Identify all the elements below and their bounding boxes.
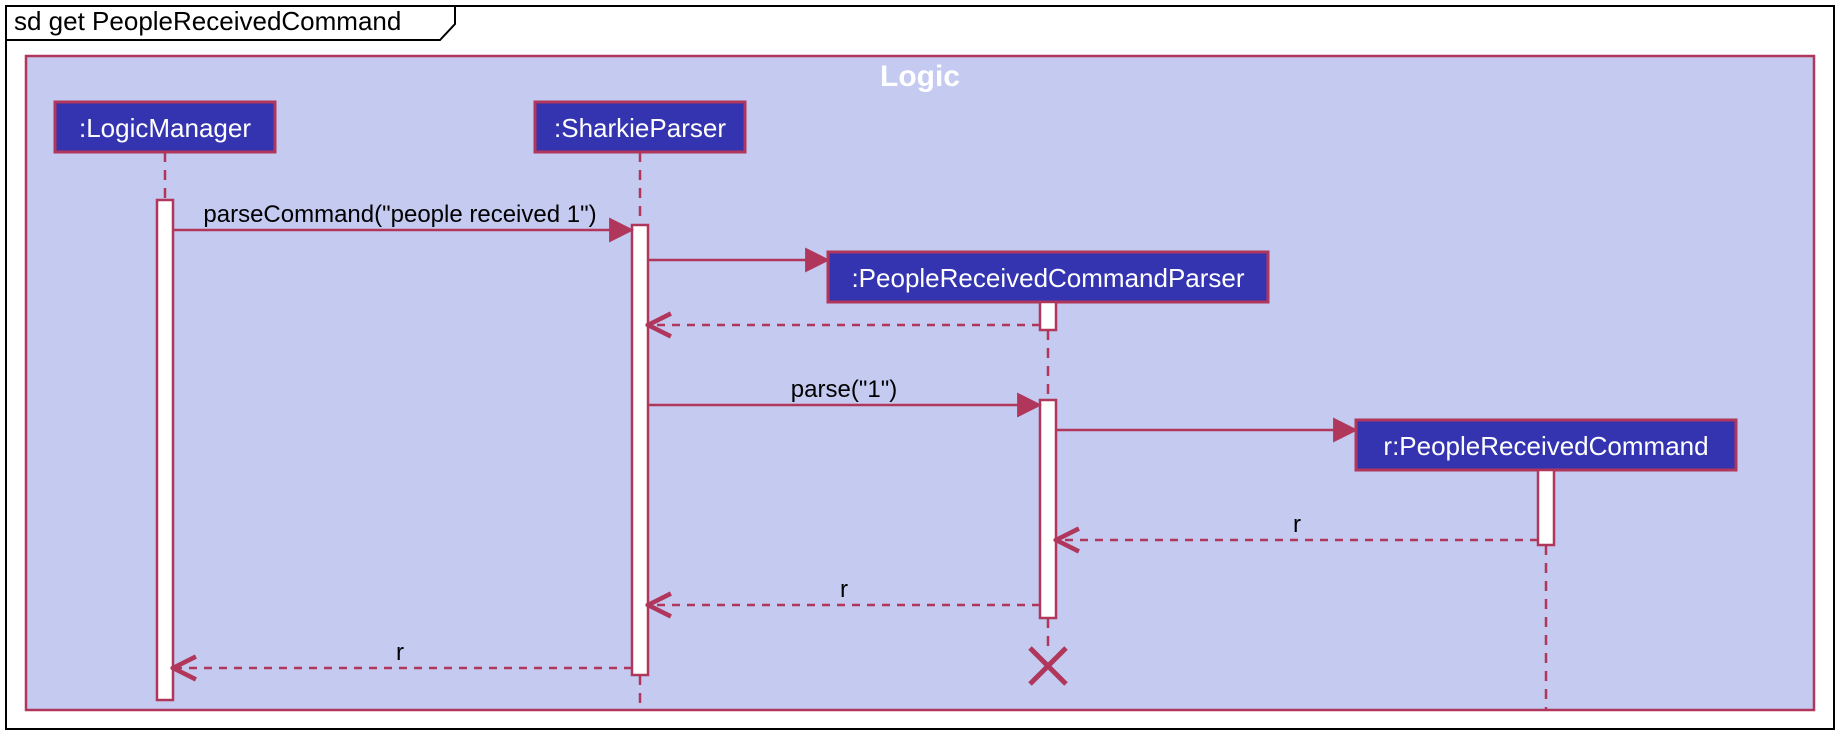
package-box bbox=[26, 56, 1814, 710]
message-parse-label: parse("1") bbox=[791, 376, 897, 403]
message-parse-command: parseCommand("people received 1") bbox=[173, 201, 632, 230]
activation-prcp-1 bbox=[1040, 302, 1056, 330]
lifeline-prc-label: r:PeopleReceivedCommand bbox=[1383, 431, 1708, 461]
message-return-r-2-label: r bbox=[840, 576, 848, 603]
message-parse-command-label: parseCommand("people received 1") bbox=[203, 201, 596, 228]
package-label: Logic bbox=[880, 60, 960, 93]
message-return-r-3-label: r bbox=[396, 639, 404, 666]
message-return-r-1-label: r bbox=[1293, 511, 1301, 538]
lifeline-logic-manager-label: :LogicManager bbox=[79, 113, 251, 143]
activation-logic-manager bbox=[157, 200, 173, 700]
sequence-diagram: sd get PeopleReceivedCommand Logic :Logi… bbox=[0, 0, 1840, 735]
activation-prc bbox=[1538, 470, 1554, 545]
frame-title: sd get PeopleReceivedCommand bbox=[14, 6, 401, 36]
lifeline-prcp-label: :PeopleReceivedCommandParser bbox=[851, 263, 1244, 293]
lifeline-sharkie-parser-label: :SharkieParser bbox=[554, 113, 726, 143]
activation-sharkie-parser bbox=[632, 225, 648, 675]
activation-prcp-2 bbox=[1040, 400, 1056, 618]
